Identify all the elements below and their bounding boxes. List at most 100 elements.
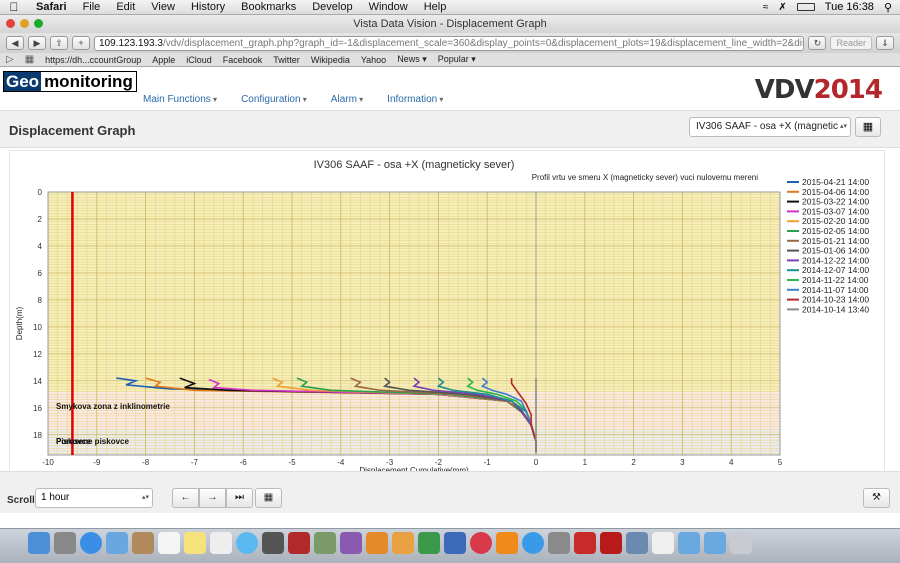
menu-app-name[interactable]: Safari bbox=[28, 1, 75, 13]
legend-label-0: 2015-04-21 14:00 bbox=[802, 177, 869, 187]
chart-title: IV306 SAAF - osa +X (magneticky sever) bbox=[314, 159, 515, 171]
pages-icon[interactable] bbox=[392, 532, 414, 554]
photo-booth-icon[interactable] bbox=[288, 532, 310, 554]
bookmark-2[interactable]: iCloud bbox=[186, 55, 212, 65]
safari-icon[interactable] bbox=[80, 532, 102, 554]
menu-help[interactable]: Help bbox=[416, 1, 455, 13]
legend-label-6: 2015-01-21 14:00 bbox=[802, 236, 869, 246]
close-window-icon[interactable] bbox=[6, 19, 15, 28]
legend-label-3: 2015-03-07 14:00 bbox=[802, 206, 869, 216]
wifi-icon[interactable]: ≈ bbox=[763, 2, 769, 13]
pdf-icon[interactable] bbox=[574, 532, 596, 554]
settings-button[interactable]: ⚒ bbox=[863, 488, 890, 508]
scroll-back-button[interactable]: ← bbox=[172, 488, 199, 508]
bookmark-0[interactable]: https://dh...ccountGroup bbox=[45, 55, 141, 65]
menu-develop[interactable]: Develop bbox=[304, 1, 360, 13]
notes-icon[interactable] bbox=[184, 532, 206, 554]
finder-icon[interactable] bbox=[28, 532, 50, 554]
y-tick-label: 12 bbox=[33, 350, 42, 359]
ibooks-icon[interactable] bbox=[496, 532, 518, 554]
numbers-icon[interactable] bbox=[418, 532, 440, 554]
battery-icon[interactable] bbox=[796, 3, 815, 11]
acrobat-icon[interactable] bbox=[600, 532, 622, 554]
legend-label-2: 2015-03-22 14:00 bbox=[802, 197, 869, 207]
chart-subtitle: Profil vrtu ve smeru X (magneticky sever… bbox=[532, 173, 759, 182]
x-tick-label: -8 bbox=[142, 458, 150, 467]
grid-menu-button[interactable]: ▦ bbox=[855, 117, 881, 137]
x-tick-label: -6 bbox=[240, 458, 248, 467]
bookmark-1[interactable]: Apple bbox=[152, 55, 175, 65]
bluetooth-icon[interactable]: ✗ bbox=[778, 2, 786, 13]
messages-icon[interactable] bbox=[236, 532, 258, 554]
forward-button[interactable]: ▶ bbox=[28, 36, 46, 50]
y-tick-label: 18 bbox=[33, 431, 42, 440]
garageband-icon[interactable] bbox=[366, 532, 388, 554]
share-button[interactable]: ⇧ bbox=[50, 36, 68, 50]
nav-information[interactable]: Information bbox=[387, 94, 443, 105]
wrench-icon: ⚒ bbox=[872, 492, 881, 503]
top-sites-icon[interactable]: ▦ bbox=[25, 54, 34, 65]
calendar-button[interactable]: ▦ bbox=[255, 488, 282, 508]
scroll-forward-button[interactable]: → bbox=[199, 488, 226, 508]
app-store-icon[interactable] bbox=[522, 532, 544, 554]
bookmark-3[interactable]: Facebook bbox=[223, 55, 263, 65]
launchpad-icon[interactable] bbox=[54, 532, 76, 554]
system-preferences-icon[interactable] bbox=[548, 532, 570, 554]
window-titlebar: Vista Data Vision - Displacement Graph bbox=[0, 15, 900, 33]
reminders-icon[interactable] bbox=[210, 532, 232, 554]
calendar-app-icon[interactable] bbox=[158, 532, 180, 554]
downloads-folder-icon[interactable] bbox=[704, 532, 726, 554]
menu-view[interactable]: View bbox=[143, 1, 183, 13]
legend-label-11: 2014-11-07 14:00 bbox=[802, 285, 869, 295]
bookmark-5[interactable]: Wikipedia bbox=[311, 55, 350, 65]
address-bar[interactable]: 109.123.193.3/vdv/displacement_graph.php… bbox=[94, 35, 805, 51]
menu-file[interactable]: File bbox=[75, 1, 109, 13]
nav-main-functions[interactable]: Main Functions bbox=[143, 94, 217, 105]
zoom-window-icon[interactable] bbox=[34, 19, 43, 28]
bookmark-6[interactable]: Yahoo bbox=[361, 55, 386, 65]
x-tick-label: -4 bbox=[337, 458, 345, 467]
y-tick-label: 4 bbox=[38, 242, 43, 251]
skip-to-end-button[interactable]: ⏭ bbox=[226, 488, 253, 508]
menu-clock[interactable]: Tue 16:38 bbox=[825, 1, 874, 13]
folder-icon[interactable] bbox=[678, 532, 700, 554]
iphoto-icon[interactable] bbox=[314, 532, 336, 554]
trash-icon[interactable] bbox=[730, 532, 752, 554]
grid-icon: ▦ bbox=[862, 121, 874, 133]
reload-icon[interactable]: ↻ bbox=[808, 36, 827, 50]
reading-list-icon[interactable]: ▷ bbox=[6, 54, 14, 65]
document-icon[interactable] bbox=[652, 532, 674, 554]
contacts-icon[interactable] bbox=[132, 532, 154, 554]
displacement-chart: -10 -9 -8 -7 -6 -5 -4 -3 -2 -1 0 1 2 3 4 5 0 2 4 6 8 10 12 14 16… bbox=[9, 150, 885, 475]
scroll-interval-select[interactable]: 1 hour bbox=[35, 488, 153, 508]
apple-icon[interactable]:  bbox=[0, 0, 28, 14]
menu-window[interactable]: Window bbox=[361, 1, 416, 13]
keynote-icon[interactable] bbox=[444, 532, 466, 554]
minimize-window-icon[interactable] bbox=[20, 19, 29, 28]
new-tab-button[interactable]: + bbox=[72, 36, 90, 50]
menu-bookmarks[interactable]: Bookmarks bbox=[233, 1, 304, 13]
y-tick-label: 14 bbox=[33, 377, 42, 386]
scroll-label: Scroll bbox=[7, 495, 35, 506]
nav-alarm[interactable]: Alarm bbox=[331, 94, 363, 105]
facetime-icon[interactable] bbox=[262, 532, 284, 554]
preview-icon[interactable] bbox=[626, 532, 648, 554]
macos-menubar:  Safari File Edit View History Bookmark… bbox=[0, 0, 900, 15]
itunes-icon[interactable] bbox=[470, 532, 492, 554]
menu-history[interactable]: History bbox=[183, 1, 233, 13]
legend-label-4: 2015-02-20 14:00 bbox=[802, 216, 869, 226]
bookmark-4[interactable]: Twitter bbox=[273, 55, 300, 65]
reader-button[interactable]: Reader bbox=[830, 36, 872, 50]
bookmark-8[interactable]: Popular ▾ bbox=[438, 54, 476, 65]
graph-select[interactable]: IV306 SAAF - osa +X (magnetic bbox=[689, 117, 851, 137]
bookmark-7[interactable]: News ▾ bbox=[397, 54, 427, 65]
logo-part1: Geo bbox=[4, 72, 42, 91]
spotlight-icon[interactable]: ⚲ bbox=[884, 1, 892, 14]
imovie-icon[interactable] bbox=[340, 532, 362, 554]
nav-configuration[interactable]: Configuration bbox=[241, 94, 307, 105]
mail-icon[interactable] bbox=[106, 532, 128, 554]
geomonitoring-logo[interactable]: Geo monitoring bbox=[3, 71, 137, 92]
menu-edit[interactable]: Edit bbox=[108, 1, 143, 13]
download-icon[interactable]: ⇓ bbox=[876, 36, 894, 50]
back-button[interactable]: ◀ bbox=[6, 36, 24, 50]
